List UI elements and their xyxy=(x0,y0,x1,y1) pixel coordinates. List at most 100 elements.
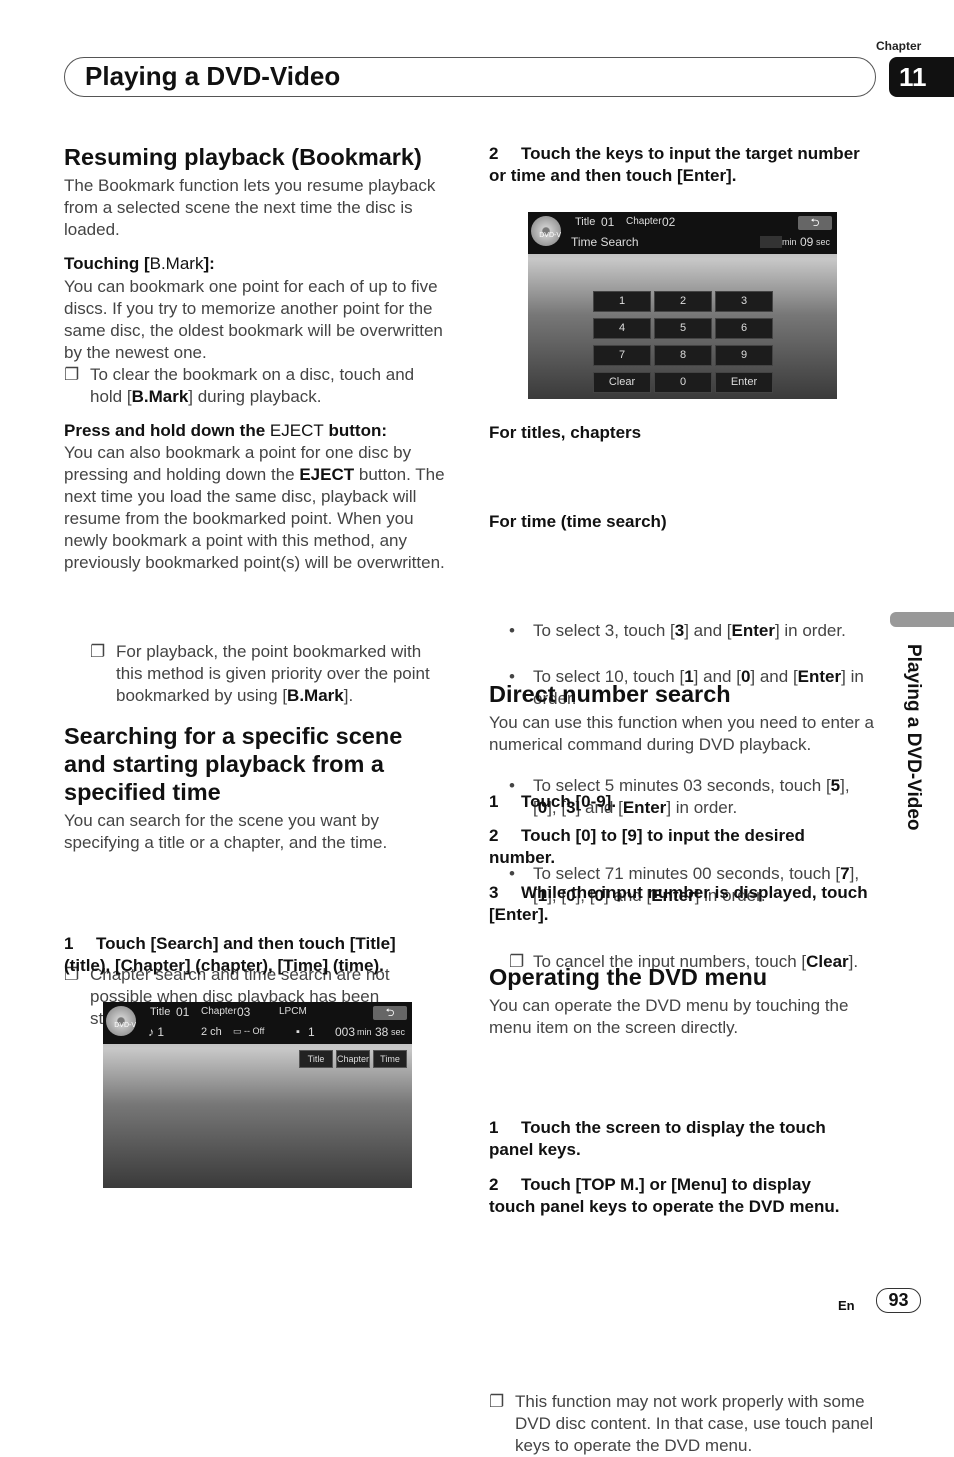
back-button[interactable]: ⮌ xyxy=(373,1006,407,1020)
step-text: While the input number is displayed, tou… xyxy=(489,883,868,924)
time-sec: 38 xyxy=(375,1025,389,1039)
step-number: 3 xyxy=(489,883,499,902)
keypad-key[interactable]: 4 xyxy=(593,318,651,339)
menu-intro: You can operate the DVD menu by touching… xyxy=(489,996,849,1037)
chapter-button[interactable]: Chapter xyxy=(336,1050,370,1068)
text-segment: ] during playback. xyxy=(188,387,322,406)
page-number: 93 xyxy=(876,1288,921,1313)
title-num: 01 xyxy=(176,1005,190,1019)
status-bar: DVD-V Title 01 Chapter 03 LPCM ⮌ ♪ 1 2 c… xyxy=(103,1002,412,1044)
chapter-label: Chapter xyxy=(626,216,662,227)
time-sec: 09 xyxy=(800,235,814,249)
step-text: Touch [0] to [9] to input the desired nu… xyxy=(489,826,805,867)
back-button[interactable]: ⮌ xyxy=(798,216,832,230)
search-intro: You can search for the scene you want by… xyxy=(64,811,388,852)
direct-intro: You can use this function when you need … xyxy=(489,713,874,754)
minutes-field xyxy=(760,236,782,248)
chapter-label: Chapter xyxy=(201,1006,237,1017)
heading-menu: Operating the DVD menu xyxy=(489,964,768,990)
title-label: Title xyxy=(575,216,596,228)
eject-note: ❐ For playback, the point bookmarked with… xyxy=(90,641,430,707)
touching-text: You can bookmark one point for each of u… xyxy=(64,277,443,362)
time-button[interactable]: Time xyxy=(373,1050,407,1068)
keypad-key[interactable]: 8 xyxy=(654,345,712,366)
direct-step: 3 While the input number is displayed, to… xyxy=(489,882,869,926)
keypad-key[interactable]: 6 xyxy=(715,318,773,339)
step-text: Touch [TOP M.] or [Menu] to display touc… xyxy=(489,1175,840,1216)
bullet-icon: • xyxy=(509,621,515,640)
text-segment: ] in order. xyxy=(774,621,846,640)
search-step-2: 2 Touch the keys to input the target numb… xyxy=(489,143,879,187)
eject-heading: Press and hold down the EJECT button: xyxy=(64,420,387,442)
note-marker-icon: ❐ xyxy=(489,1392,505,1411)
text-segment: ] and [ xyxy=(684,621,732,640)
step-text: Touch the screen to display the touch pa… xyxy=(489,1118,826,1159)
heading-search: Searching for a specific scene and start… xyxy=(64,723,403,805)
text-segment: button: xyxy=(323,421,388,440)
step-number: 2 xyxy=(489,826,499,845)
text-segment: EJECT xyxy=(269,421,324,440)
page-header: Playing a DVD-Video xyxy=(64,57,876,97)
text-segment: Press and hold down the xyxy=(64,421,270,440)
bookmark-intro: The Bookmark function lets you resume pl… xyxy=(64,176,436,239)
note-marker-icon: ❐ xyxy=(64,365,80,384)
keypad-key[interactable]: 0 xyxy=(654,372,712,393)
subtitle-status: ▭ ‐‐ Off xyxy=(233,1026,265,1036)
text-segment: 3 xyxy=(674,621,685,640)
menu-note-text: This function may not work properly with… xyxy=(515,1392,874,1455)
direct-step: 2 Touch [0] to [9] to input the desired n… xyxy=(489,825,869,869)
keypad-key[interactable]: 9 xyxy=(715,345,773,366)
text-segment: Clear xyxy=(806,952,849,971)
text-segment: EJECT xyxy=(299,465,355,484)
heading-bookmark: Resuming playback (Bookmark) xyxy=(64,144,422,170)
language-label: En xyxy=(838,1298,855,1313)
keypad-key[interactable]: 2 xyxy=(654,291,712,312)
eject-text: You can also bookmark a point for one di… xyxy=(64,442,448,574)
mode-label: Time Search xyxy=(571,235,639,249)
min-label: min xyxy=(782,237,797,247)
keypad-key[interactable]: 5 xyxy=(654,318,712,339)
step-text: Touch [Search] and then touch [Title] (t… xyxy=(64,934,396,975)
menu-note: ❐ This function may not work properly wit… xyxy=(489,1391,881,1457)
page-title: Playing a DVD-Video xyxy=(85,61,341,91)
chapter-num: 03 xyxy=(237,1005,251,1019)
keypad-key[interactable]: 3 xyxy=(715,291,773,312)
channels: 2 ch xyxy=(201,1026,222,1038)
screenshot-time-search-keypad: DVD-V Title 01 Chapter 02 ⮌ Time Search … xyxy=(528,212,837,399)
keypad-key[interactable]: 7 xyxy=(593,345,651,366)
text-segment: ]. xyxy=(343,686,354,705)
sec-label: sec xyxy=(816,237,831,247)
text-segment: B.Mark xyxy=(149,254,204,273)
touching-heading: Touching [B.Mark]: xyxy=(64,253,215,275)
chapter-label: Chapter xyxy=(876,39,922,53)
eject-note-text: For playback, the point bookmarked with … xyxy=(116,642,430,705)
keypad-key[interactable]: Enter xyxy=(715,372,773,393)
keypad-key[interactable]: Clear xyxy=(593,372,651,393)
text-segment: ]: xyxy=(203,254,215,273)
side-tab-label: Playing a DVD-Video xyxy=(903,644,924,831)
text-segment: ]. xyxy=(848,952,859,971)
text-segment: 0 xyxy=(740,667,751,686)
titles-heading: For titles, chapters xyxy=(489,423,642,442)
titles-item: • To select 3, touch [3] and [Enter] in o… xyxy=(489,620,879,642)
step-number: 2 xyxy=(489,1175,499,1194)
step-text: Touch the keys to input the target numbe… xyxy=(489,144,860,185)
screenshot-title-chapter-time: DVD-V Title 01 Chapter 03 LPCM ⮌ ♪ 1 2 c… xyxy=(103,1002,412,1188)
dvd-disc-icon: DVD-V xyxy=(106,1006,136,1036)
angle-icon: ▪ xyxy=(296,1026,300,1038)
side-tab-bar xyxy=(890,612,954,627)
dvd-disc-icon: DVD-V xyxy=(531,216,561,246)
time-min: 003 xyxy=(335,1025,356,1039)
audio-track: ♪ 1 xyxy=(148,1025,165,1039)
text-segment: Touching [ xyxy=(64,254,150,273)
touching-note-text: To clear the bookmark on a disc, touch a… xyxy=(90,365,414,406)
item-text: To select 3, touch [3] and [Enter] in or… xyxy=(533,621,846,640)
title-label: Title xyxy=(150,1006,171,1018)
time-heading: For time (time search) xyxy=(489,512,667,531)
text-segment: To select 3, touch [ xyxy=(533,621,675,640)
step-number: 1 xyxy=(489,1118,499,1137)
title-button[interactable]: Title xyxy=(299,1050,333,1068)
heading-direct: Direct number search xyxy=(489,681,731,707)
keypad-key[interactable]: 1 xyxy=(593,291,651,312)
chapter-number: 11 xyxy=(889,57,954,97)
